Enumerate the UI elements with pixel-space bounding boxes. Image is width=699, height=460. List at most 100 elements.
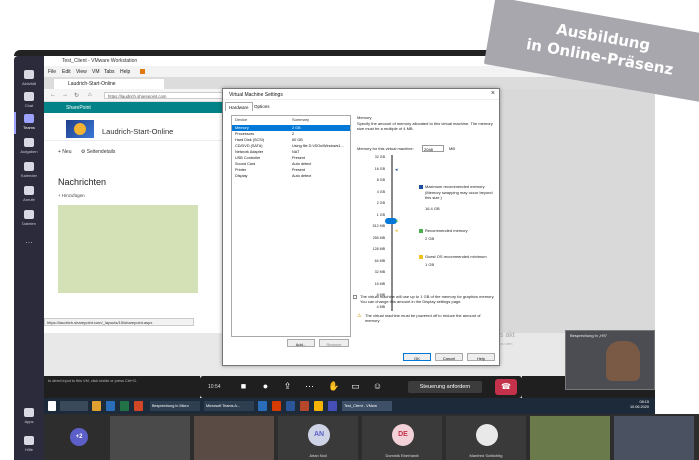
play-icon[interactable] (140, 69, 145, 74)
bell-icon (24, 70, 34, 79)
memory-slider-track[interactable] (391, 155, 393, 311)
participant-tile[interactable] (194, 416, 274, 460)
graphics-note: The virtual machine will use up to 1 GB … (360, 294, 495, 304)
new-button[interactable]: + Neu (58, 149, 71, 155)
menu-vm[interactable]: VM (92, 69, 100, 75)
more-icon[interactable]: ⋯ (304, 381, 315, 392)
teams-icon[interactable] (328, 401, 337, 411)
tab-test-client[interactable]: Laudrich-Start-Online (54, 79, 164, 89)
word-icon[interactable] (286, 401, 295, 411)
help-button[interactable]: Help (467, 353, 495, 361)
menu-tabs[interactable]: Tabs (104, 69, 115, 75)
site-title[interactable]: Laudrich-Start-Online (102, 127, 173, 136)
rail-item-calendar[interactable]: Kalender (14, 162, 44, 178)
reload-icon[interactable]: ↻ (74, 92, 79, 99)
participant-tile[interactable] (530, 416, 610, 460)
vm-input-hint: to direct input to this VM, click inside… (48, 379, 138, 383)
menu-view[interactable]: View (76, 69, 87, 75)
help-icon (24, 436, 34, 445)
taskbar-item-teams[interactable]: Microsoft Teams A... (204, 401, 254, 411)
participants-icon[interactable]: ☺ (372, 381, 383, 392)
minimum-marker-icon: ◂ (395, 228, 398, 234)
gear-icon[interactable]: ⚙ (81, 149, 85, 155)
rail-item-tasks[interactable]: Aufgaben (14, 138, 44, 154)
participant-video (606, 341, 640, 381)
rail-more-button[interactable]: … (14, 236, 44, 245)
news-image[interactable] (58, 205, 198, 293)
news-heading: Nachrichten (58, 177, 107, 187)
participant-tile[interactable]: AN Arian Noll (278, 416, 358, 460)
menu-edit[interactable]: Edit (62, 69, 71, 75)
device-row-display[interactable]: Display Auto detect (232, 173, 350, 179)
share-icon[interactable]: ⇪ (282, 381, 293, 392)
ok-button[interactable]: OK (403, 353, 431, 361)
memory-scale-label: 2 GB (376, 201, 385, 205)
forward-icon[interactable]: → (62, 92, 68, 98)
add-news-button[interactable]: + Hinzufügen (58, 193, 85, 198)
meeting-pip-window[interactable]: Besprechung in „HS“ (565, 330, 655, 390)
max-marker-icon: ◂ (395, 167, 398, 173)
add-device-button[interactable]: Add... (287, 339, 315, 347)
participant-tile[interactable] (614, 416, 694, 460)
vm-settings-dialog: Virtual Machine Settings × Hardware Opti… (222, 88, 500, 366)
vmware-status-strip: to direct input to this VM, click inside… (44, 376, 200, 398)
phone-hangup-icon: ☎ (501, 382, 511, 391)
rail-item-files[interactable]: Dateien (14, 210, 44, 226)
app-icon[interactable] (106, 401, 115, 411)
raise-hand-icon[interactable]: ✋ (328, 381, 339, 392)
legend-max-label: Maximum recommended memory (425, 184, 485, 189)
search-box[interactable] (60, 401, 88, 411)
legend-recommended-label: Recommended memory (425, 228, 468, 233)
graphics-checkbox[interactable] (353, 295, 357, 299)
chat-icon (24, 92, 34, 101)
memory-heading: Memory (357, 115, 372, 120)
app-icon[interactable] (92, 401, 101, 411)
tab-options[interactable]: Options (251, 102, 273, 111)
participant-tile[interactable]: DE Dominik Eberhardt (362, 416, 442, 460)
rail-item-activity[interactable]: Aktivität (14, 70, 44, 86)
menu-file[interactable]: File (48, 69, 56, 75)
app-icon[interactable] (314, 401, 323, 411)
memory-field-label: Memory for this virtual machine: (357, 146, 414, 151)
app-icon[interactable] (134, 401, 143, 411)
powerpoint-icon[interactable] (300, 401, 309, 411)
participant-name: Arian Noll (309, 453, 327, 458)
overflow-participants[interactable]: +2 (70, 428, 88, 446)
rail-item-help[interactable]: Hilfe (14, 436, 44, 452)
teams-app-rail: Aktivität Chat Teams Aufgaben Kalender A… (14, 56, 44, 460)
memory-value-input[interactable]: 2048 (422, 145, 444, 152)
rail-item-chat[interactable]: Chat (14, 92, 44, 108)
taskbar-item-meeting[interactable]: Besprechung in Micro (150, 401, 200, 411)
sharepoint-suitebar: SharePoint (44, 102, 244, 113)
page-details-button[interactable]: Seitendetails (87, 149, 116, 155)
tab-hardware[interactable]: Hardware (225, 102, 253, 111)
participant-tile[interactable]: Manfred Schlichtig (446, 416, 526, 460)
participant-gallery: +2 AN Arian Noll DE Dominik Eberhardt Ma… (44, 414, 699, 460)
app-icon[interactable] (258, 401, 267, 411)
camera-icon[interactable]: ■ (238, 381, 249, 392)
rail-item-apps[interactable]: Apps (14, 408, 44, 424)
memory-unit: MB (449, 146, 455, 151)
back-icon[interactable]: ← (50, 92, 56, 98)
microphone-icon[interactable]: ● (260, 381, 271, 392)
rail-item-calls[interactable]: Anrufe (14, 186, 44, 202)
excel-icon[interactable] (120, 401, 129, 411)
rail-item-teams[interactable]: Teams (14, 114, 44, 130)
pip-caption: Besprechung in „HS“ (570, 333, 608, 338)
close-icon[interactable]: × (491, 90, 495, 97)
participant-avatar: AN (308, 424, 330, 446)
memory-scale-label: 32 MB (374, 270, 385, 274)
memory-scale-label: 64 MB (374, 258, 385, 263)
taskbar-item-vmware[interactable]: Test_Client - VMwa (342, 401, 392, 411)
participant-tile[interactable] (110, 416, 190, 460)
meeting-controls: 10:54 ■ ● ⇪ ⋯ ✋ ▭ ☺ Steuerung anfordern … (200, 376, 522, 398)
menu-help[interactable]: Help (120, 69, 130, 75)
hang-up-button[interactable]: ☎ (495, 379, 517, 395)
start-icon[interactable] (48, 401, 56, 411)
app-icon[interactable] (272, 401, 281, 411)
home-icon[interactable]: ⌂ (88, 92, 92, 98)
request-control-button[interactable]: Steuerung anfordern (408, 381, 482, 393)
cancel-button[interactable]: Cancel (435, 353, 463, 361)
remove-device-button[interactable]: Remove (319, 339, 349, 347)
chat-icon[interactable]: ▭ (350, 381, 361, 392)
